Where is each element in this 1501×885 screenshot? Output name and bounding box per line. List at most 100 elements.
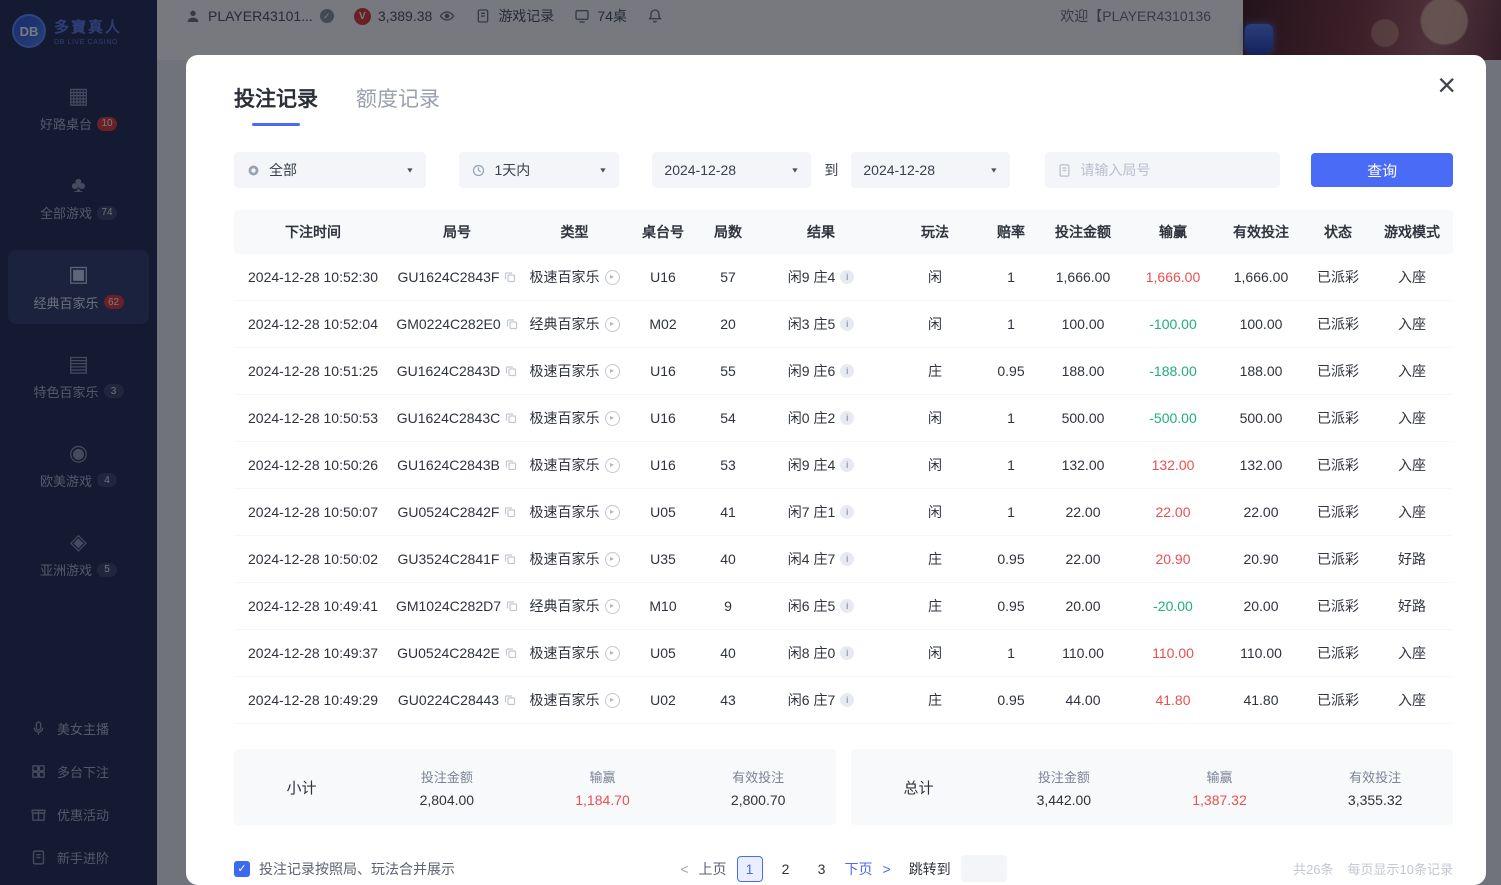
play-icon[interactable]: ▸ bbox=[605, 599, 620, 614]
cell-play-type: 庄 bbox=[885, 361, 985, 381]
date-to-picker[interactable]: 2024-12-28 ▼ bbox=[851, 152, 1010, 188]
date-from-picker[interactable]: 2024-12-28 ▼ bbox=[652, 152, 811, 188]
cell-table-no: U05 bbox=[627, 645, 699, 661]
cell-game-type: 极速百家乐▸ bbox=[522, 690, 627, 710]
page-button-2[interactable]: 2 bbox=[773, 856, 799, 882]
info-icon[interactable]: i bbox=[840, 552, 854, 566]
cell-game-mode: 入座 bbox=[1371, 455, 1453, 475]
copy-icon[interactable] bbox=[506, 318, 518, 330]
cell-round-id: GU1624C2843B bbox=[392, 457, 522, 473]
cell-status: 已派彩 bbox=[1305, 502, 1371, 522]
cell-round-id: GM0224C282E0 bbox=[392, 316, 522, 332]
info-icon[interactable]: i bbox=[840, 458, 854, 472]
info-icon[interactable]: i bbox=[840, 693, 854, 707]
cell-game-type: 极速百家乐▸ bbox=[522, 549, 627, 569]
cell-bet-time: 2024-12-28 10:50:02 bbox=[234, 551, 392, 567]
info-icon[interactable]: i bbox=[840, 317, 854, 331]
cell-table-no: U16 bbox=[627, 457, 699, 473]
jump-page-input[interactable] bbox=[961, 855, 1007, 882]
info-icon[interactable]: i bbox=[840, 646, 854, 660]
search-button[interactable]: 查询 bbox=[1311, 153, 1453, 187]
info-icon[interactable]: i bbox=[840, 411, 854, 425]
cell-win-loss: 132.00 bbox=[1129, 457, 1217, 473]
play-icon[interactable]: ▸ bbox=[605, 458, 620, 473]
copy-icon[interactable] bbox=[504, 694, 516, 706]
table-row: 2024-12-28 10:49:29 GU0224C28443 极速百家乐▸ … bbox=[234, 677, 1453, 724]
subtotal-bet-amount: 投注金额 2,804.00 bbox=[369, 767, 525, 808]
play-icon[interactable]: ▸ bbox=[605, 552, 620, 567]
cell-table-no: U16 bbox=[627, 363, 699, 379]
tab-quota-records[interactable]: 额度记录 bbox=[356, 83, 440, 126]
info-icon[interactable]: i bbox=[840, 599, 854, 613]
cell-table-no: U35 bbox=[627, 551, 699, 567]
play-icon[interactable]: ▸ bbox=[605, 693, 620, 708]
copy-icon[interactable] bbox=[505, 365, 517, 377]
merge-checkbox[interactable]: ✓ bbox=[234, 861, 250, 877]
play-icon[interactable]: ▸ bbox=[605, 270, 620, 285]
clock-icon bbox=[471, 163, 486, 178]
col-header-round-id: 局号 bbox=[392, 222, 522, 242]
cell-bet-time: 2024-12-28 10:49:29 bbox=[234, 692, 392, 708]
cell-game-mode: 好路 bbox=[1371, 596, 1453, 616]
chevron-down-icon: ▼ bbox=[598, 166, 607, 174]
col-header-result: 结果 bbox=[757, 222, 885, 242]
copy-icon[interactable] bbox=[505, 459, 517, 471]
info-icon[interactable]: i bbox=[840, 505, 854, 519]
cell-odds: 0.95 bbox=[985, 363, 1037, 379]
info-icon[interactable]: i bbox=[840, 364, 854, 378]
next-page-button[interactable]: 下页 bbox=[845, 859, 873, 879]
cell-game-type: 极速百家乐▸ bbox=[522, 455, 627, 475]
subtotal-win-loss: 输赢 1,184.70 bbox=[525, 767, 681, 808]
cell-round-id: GU0524C2842E bbox=[392, 645, 522, 661]
cell-table-no: U16 bbox=[627, 269, 699, 285]
cell-result: 闲6 庄5i bbox=[757, 596, 885, 616]
time-range-dropdown[interactable]: 1天内 ▼ bbox=[459, 152, 619, 188]
cell-status: 已派彩 bbox=[1305, 314, 1371, 334]
copy-icon[interactable] bbox=[504, 553, 516, 565]
play-icon[interactable]: ▸ bbox=[605, 646, 620, 661]
cell-odds: 1 bbox=[985, 504, 1037, 520]
copy-icon[interactable] bbox=[505, 412, 517, 424]
round-id-input[interactable] bbox=[1080, 162, 1268, 178]
category-icon bbox=[246, 163, 261, 178]
page-button-3[interactable]: 3 bbox=[809, 856, 835, 882]
cell-valid-bet: 1,666.00 bbox=[1217, 269, 1305, 285]
cell-game-mode: 入座 bbox=[1371, 690, 1453, 710]
copy-icon[interactable] bbox=[504, 506, 516, 518]
category-dropdown[interactable]: 全部 ▼ bbox=[234, 152, 426, 188]
cell-bet-amount: 22.00 bbox=[1037, 551, 1129, 567]
cell-odds: 1 bbox=[985, 316, 1037, 332]
tab-bet-records[interactable]: 投注记录 bbox=[234, 83, 318, 126]
cell-game-mode: 入座 bbox=[1371, 502, 1453, 522]
close-icon[interactable]: × bbox=[1437, 69, 1456, 101]
copy-icon[interactable] bbox=[505, 647, 517, 659]
cell-win-loss: 41.80 bbox=[1129, 692, 1217, 708]
play-icon[interactable]: ▸ bbox=[605, 505, 620, 520]
prev-page-button[interactable]: 上页 bbox=[699, 859, 727, 879]
cell-round-count: 40 bbox=[699, 645, 757, 661]
copy-icon[interactable] bbox=[504, 271, 516, 283]
date-to-value: 2024-12-28 bbox=[863, 162, 935, 178]
round-id-search-field[interactable] bbox=[1045, 152, 1280, 188]
cell-odds: 1 bbox=[985, 645, 1037, 661]
play-icon[interactable]: ▸ bbox=[605, 317, 620, 332]
cell-table-no: M02 bbox=[627, 316, 699, 332]
total-valid-bet: 有效投注 3,355.32 bbox=[1297, 767, 1453, 808]
cell-bet-time: 2024-12-28 10:52:30 bbox=[234, 269, 392, 285]
col-header-game-mode: 游戏模式 bbox=[1371, 222, 1453, 242]
total-count-label: 共26条 bbox=[1293, 859, 1333, 878]
next-arrow-icon[interactable]: > bbox=[883, 861, 891, 877]
cell-bet-amount: 500.00 bbox=[1037, 410, 1129, 426]
info-icon[interactable]: i bbox=[840, 270, 854, 284]
page-button-1[interactable]: 1 bbox=[737, 856, 763, 882]
cell-odds: 1 bbox=[985, 457, 1037, 473]
cell-game-mode: 入座 bbox=[1371, 267, 1453, 287]
cell-status: 已派彩 bbox=[1305, 267, 1371, 287]
play-icon[interactable]: ▸ bbox=[605, 411, 620, 426]
copy-icon[interactable] bbox=[506, 600, 518, 612]
cell-bet-time: 2024-12-28 10:52:04 bbox=[234, 316, 392, 332]
table-row: 2024-12-28 10:49:41 GM1024C282D7 经典百家乐▸ … bbox=[234, 583, 1453, 630]
prev-arrow-icon[interactable]: < bbox=[680, 861, 688, 877]
play-icon[interactable]: ▸ bbox=[605, 364, 620, 379]
table-row: 2024-12-28 10:49:37 GU0524C2842E 极速百家乐▸ … bbox=[234, 630, 1453, 677]
